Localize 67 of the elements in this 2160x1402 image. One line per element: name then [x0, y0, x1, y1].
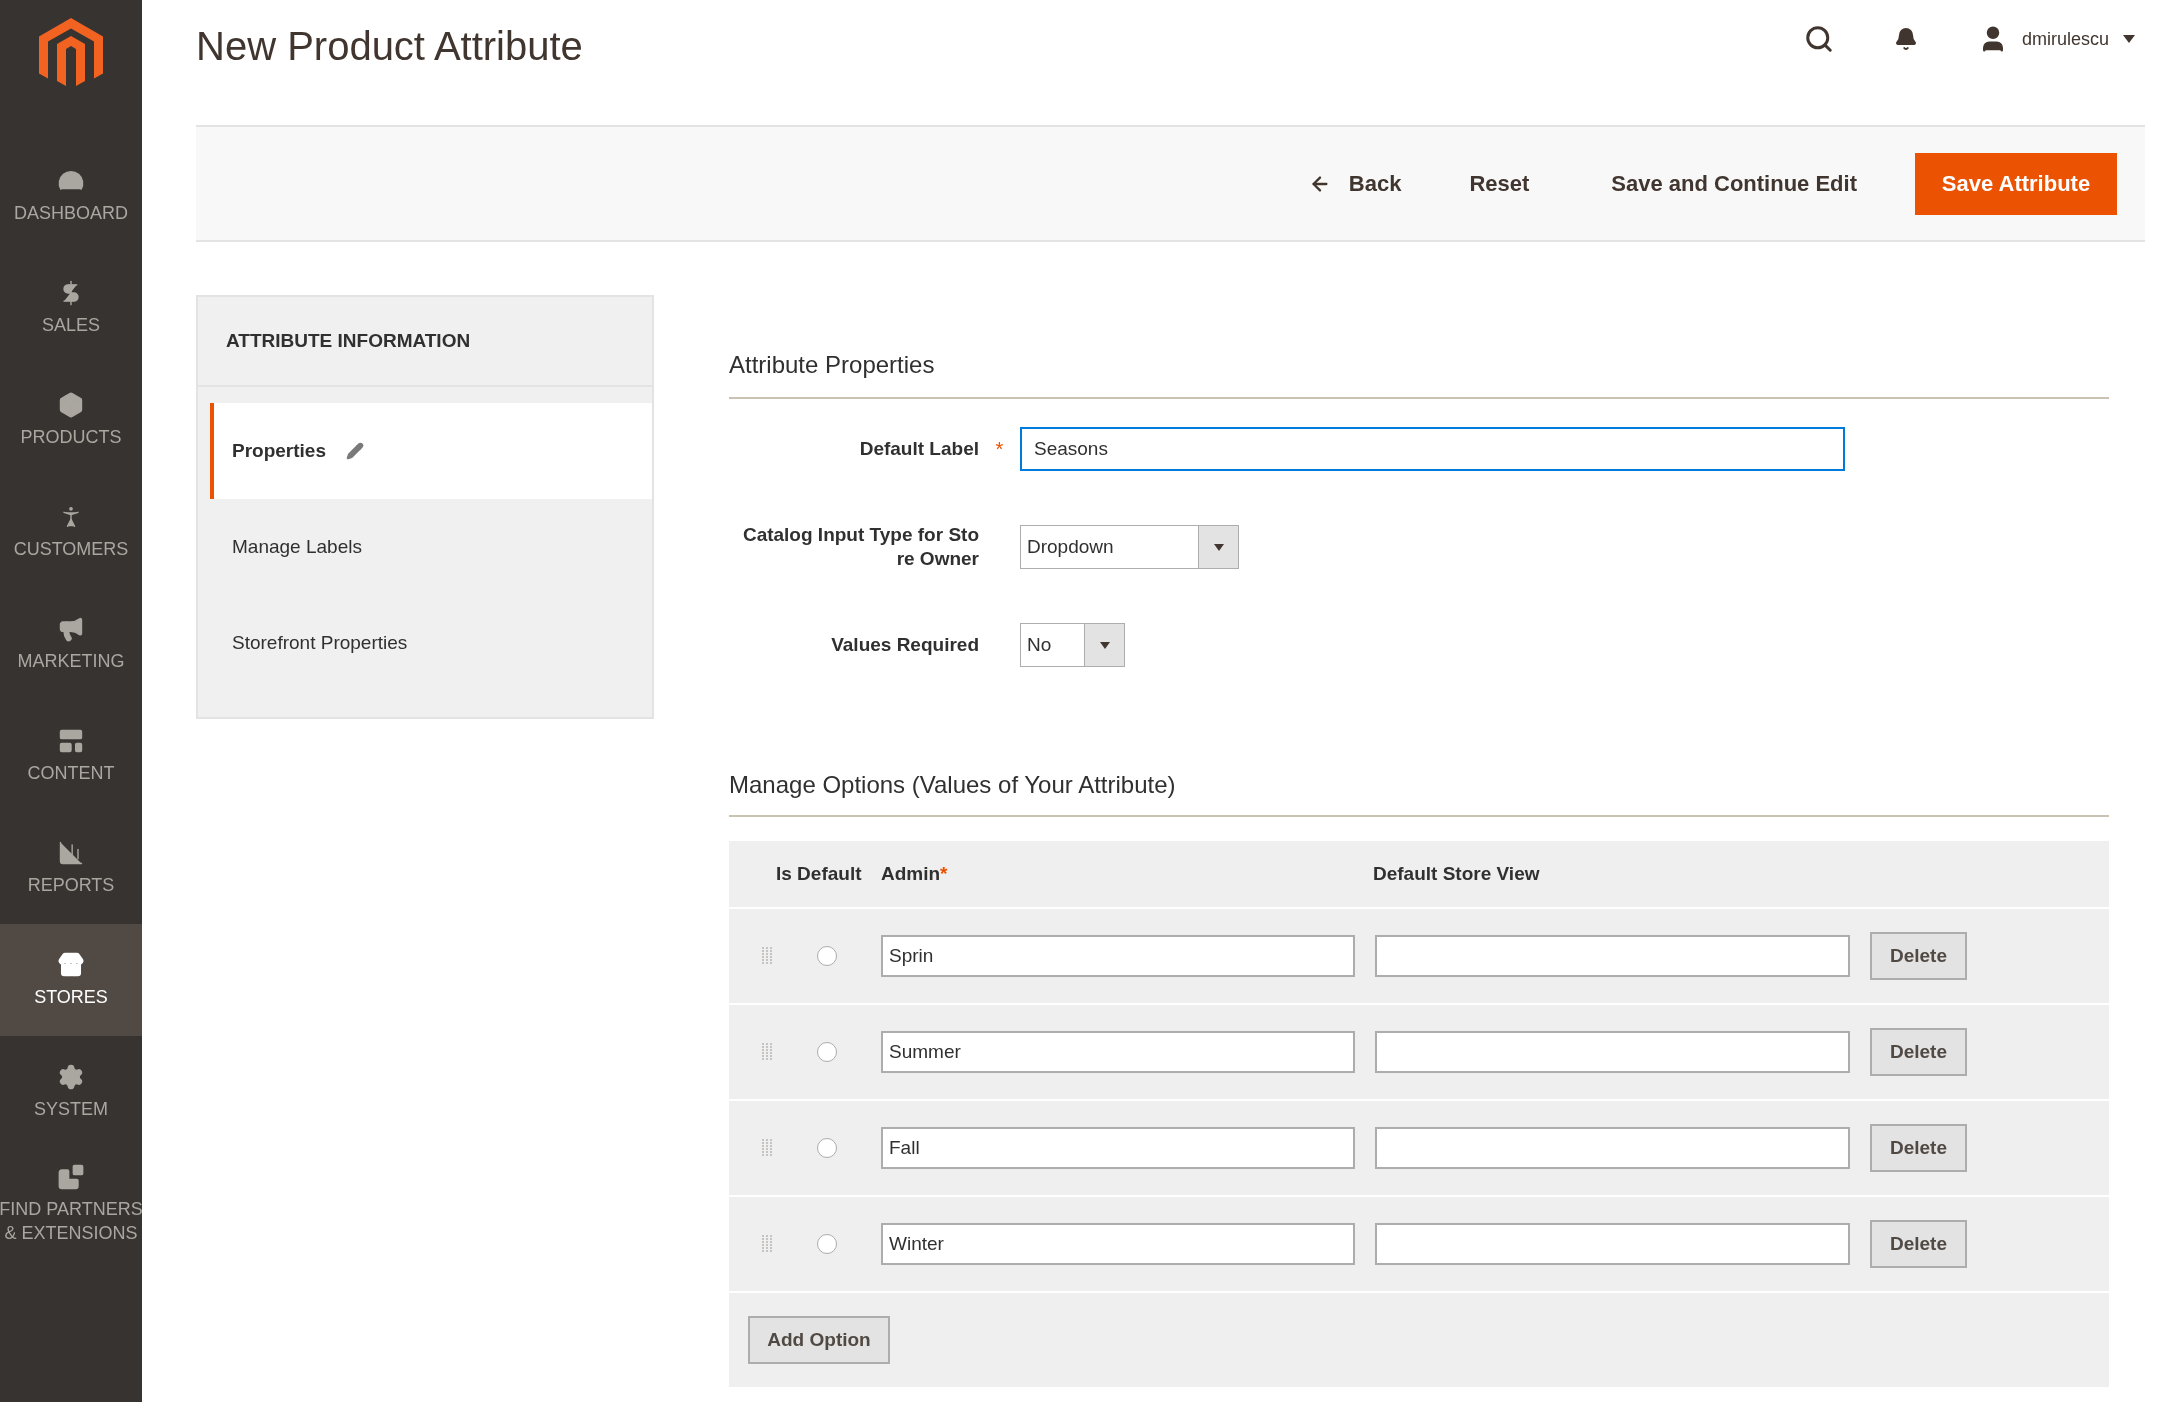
- store-view-value-field[interactable]: [1375, 1127, 1850, 1169]
- select-field[interactable]: No: [1020, 623, 1125, 667]
- sidebar-icon: [57, 1163, 85, 1191]
- add-option-button[interactable]: Add Option: [748, 1316, 890, 1364]
- required-asterisk: *: [995, 437, 1004, 462]
- drag-handle-icon[interactable]: [762, 1043, 772, 1061]
- sidebar-item[interactable]: CUSTOMERS: [0, 476, 142, 588]
- admin-value-field[interactable]: Winter: [881, 1223, 1355, 1265]
- save-and-continue-button[interactable]: Save and Continue Edit: [1587, 153, 1881, 214]
- sidebar-icon: [57, 391, 85, 419]
- text-input-field[interactable]: Seasons: [1020, 427, 1845, 471]
- tab[interactable]: Manage Labels: [210, 499, 652, 595]
- sidebar-icon: [57, 951, 85, 979]
- sidebar-icon: [57, 1063, 85, 1091]
- column-header: Is Default: [776, 861, 862, 886]
- sidebar-item[interactable]: SYSTEM: [0, 1036, 142, 1148]
- drag-handle-icon[interactable]: [762, 1139, 772, 1157]
- default-radio[interactable]: [816, 946, 837, 966]
- store-view-value-field[interactable]: [1375, 935, 1850, 977]
- drag-handle-icon[interactable]: [762, 1235, 772, 1253]
- tab[interactable]: Properties: [210, 403, 652, 499]
- column-header: Default Store View: [1373, 861, 1540, 886]
- back-button[interactable]: Back: [1298, 153, 1412, 214]
- store-view-value-field[interactable]: [1375, 1223, 1850, 1265]
- admin-value-field[interactable]: Fall: [881, 1127, 1355, 1169]
- admin-value-field[interactable]: Sprin: [881, 935, 1355, 977]
- sidebar-item[interactable]: PRODUCTS: [0, 364, 142, 476]
- default-radio[interactable]: [816, 1042, 837, 1062]
- drag-handle-icon[interactable]: [762, 947, 772, 965]
- select-field[interactable]: Dropdown: [1020, 525, 1239, 569]
- sidebar-item[interactable]: REPORTS: [0, 812, 142, 924]
- field-label: Default Label: [859, 437, 979, 461]
- sidebar-item[interactable]: MARKETING: [0, 588, 142, 700]
- delete-button[interactable]: Delete: [1870, 1124, 1967, 1172]
- sidebar-icon: [57, 615, 85, 643]
- sidebar-item[interactable]: CONTENT: [0, 700, 142, 812]
- field-label: Values Required: [831, 633, 979, 657]
- user-menu[interactable]: dmirulescu: [1977, 24, 2135, 54]
- delete-button[interactable]: Delete: [1870, 1220, 1967, 1268]
- save-attribute-button[interactable]: Save Attribute: [1915, 152, 2117, 215]
- section-title: Attribute Properties: [729, 347, 2109, 399]
- search-icon[interactable]: [1803, 24, 1834, 54]
- dropdown-caret-icon: [1099, 641, 1110, 649]
- required-asterisk: *: [940, 861, 948, 886]
- dropdown-caret-icon: [2123, 35, 2135, 43]
- edit-pencil-icon: [346, 442, 364, 460]
- delete-button[interactable]: Delete: [1870, 932, 1967, 980]
- sidebar-item[interactable]: SALES: [0, 252, 142, 364]
- field-label: Catalog Input Type for Sto re Owner: [742, 523, 979, 571]
- page-title: New Product Attribute: [196, 23, 583, 70]
- store-view-value-field[interactable]: [1375, 1031, 1850, 1073]
- admin-value-field[interactable]: Summer: [881, 1031, 1355, 1073]
- reset-button[interactable]: Reset: [1445, 153, 1554, 214]
- sidebar-item[interactable]: DASHBOARD: [0, 140, 142, 252]
- dropdown-caret-icon: [1213, 543, 1224, 551]
- section-title: Manage Options (Values of Your Attribute): [729, 767, 2109, 817]
- panel-title: ATTRIBUTE INFORMATION: [226, 328, 471, 353]
- column-header: Admin: [881, 861, 941, 886]
- default-radio[interactable]: [816, 1234, 837, 1254]
- default-radio[interactable]: [816, 1138, 837, 1158]
- tab[interactable]: Storefront Properties: [210, 595, 652, 691]
- sidebar-icon: [57, 727, 85, 755]
- notifications-bell-icon[interactable]: [1893, 27, 1918, 51]
- sidebar-item[interactable]: STORES: [0, 924, 142, 1036]
- sidebar-icon: [57, 839, 85, 867]
- sidebar-item[interactable]: FIND PARTNERS & EXTENSIONS: [0, 1148, 142, 1260]
- delete-button[interactable]: Delete: [1870, 1028, 1967, 1076]
